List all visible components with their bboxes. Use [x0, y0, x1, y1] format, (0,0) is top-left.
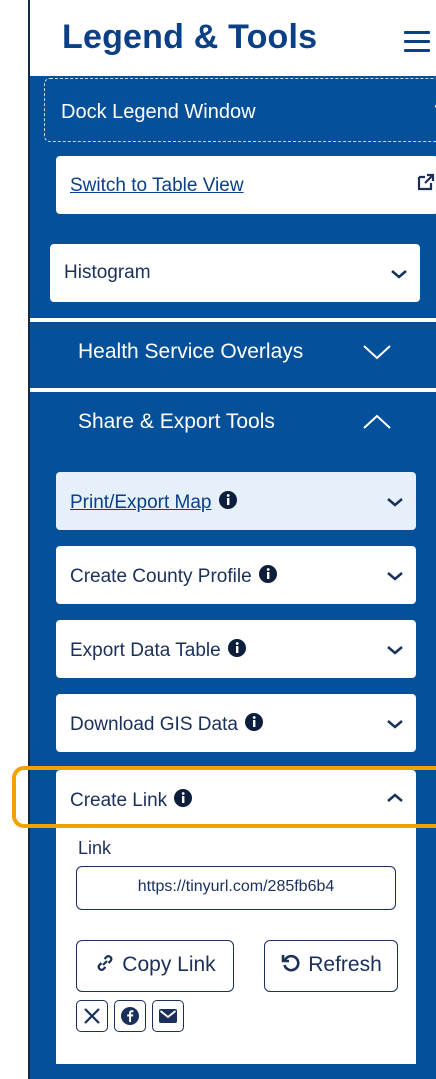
- tool-download-gis-data[interactable]: Download GIS Data: [56, 694, 416, 752]
- share-export-tools-header[interactable]: Share & Export Tools: [30, 388, 436, 452]
- create-link-panel: Link https://tinyurl.com/285fb6b4 Copy L…: [56, 828, 416, 1064]
- refresh-button[interactable]: Refresh: [264, 940, 398, 992]
- tool-label: Create County Profile: [70, 564, 278, 588]
- dock-legend-window[interactable]: Dock Legend Window ↰: [44, 78, 436, 142]
- link-url-field[interactable]: https://tinyurl.com/285fb6b4: [76, 866, 396, 910]
- panel-header: Legend & Tools: [30, 0, 436, 76]
- external-link-icon: [417, 173, 435, 191]
- chevron-up-icon: [387, 793, 403, 802]
- x-logo-icon: [84, 1008, 100, 1024]
- chevron-down-icon: [387, 720, 403, 729]
- info-icon: [227, 639, 246, 657]
- histogram-label: Histogram: [64, 262, 151, 283]
- info-icon: [244, 713, 263, 731]
- info-icon: [218, 491, 237, 509]
- share-export-tools-label: Share & Export Tools: [78, 410, 275, 433]
- histogram-dropdown[interactable]: Histogram: [50, 244, 420, 302]
- chevron-down-icon: [391, 270, 407, 279]
- copy-link-label: Copy Link: [122, 953, 216, 976]
- tool-export-data-table[interactable]: Export Data Table: [56, 620, 416, 678]
- switch-to-table-view-link[interactable]: Switch to Table View: [70, 175, 244, 197]
- email-icon: [159, 1009, 177, 1023]
- refresh-label: Refresh: [308, 953, 382, 976]
- tool-label: Print/Export Map: [70, 490, 238, 514]
- tool-create-county-profile[interactable]: Create County Profile: [56, 546, 416, 604]
- copy-link-button[interactable]: Copy Link: [76, 940, 234, 992]
- refresh-icon: [281, 954, 300, 972]
- chevron-down-icon: [387, 646, 403, 655]
- switch-table-view-card: Switch to Table View: [56, 156, 436, 214]
- share-email-button[interactable]: [152, 1000, 184, 1032]
- link-field-label: Link: [78, 838, 112, 858]
- facebook-icon: [121, 1007, 139, 1025]
- dock-legend-label: Dock Legend Window: [61, 101, 256, 123]
- undock-arrow-icon: ↰: [431, 97, 436, 126]
- info-icon: [174, 789, 193, 807]
- chevron-down-icon: [363, 345, 391, 360]
- chevron-down-icon: [387, 498, 403, 507]
- link-icon: [97, 955, 113, 971]
- tool-print-export-map[interactable]: Print/Export Map: [56, 472, 416, 530]
- share-facebook-button[interactable]: [114, 1000, 146, 1032]
- info-icon: [258, 565, 277, 583]
- health-service-overlays-label: Health Service Overlays: [78, 340, 304, 363]
- health-service-overlays-header[interactable]: Health Service Overlays: [30, 318, 436, 382]
- tool-label: Download GIS Data: [70, 712, 264, 736]
- tool-create-link[interactable]: Create Link: [56, 770, 416, 828]
- chevron-up-icon: [363, 414, 391, 429]
- legend-tools-panel: Legend & Tools Dock Legend Window ↰ Swit…: [28, 0, 436, 1079]
- tool-label: Create Link: [70, 788, 193, 812]
- tool-label: Export Data Table: [70, 638, 247, 662]
- panel-title: Legend & Tools: [62, 18, 318, 56]
- chevron-down-icon: [387, 572, 403, 581]
- menu-icon[interactable]: [404, 31, 430, 53]
- share-x-button[interactable]: [76, 1000, 108, 1032]
